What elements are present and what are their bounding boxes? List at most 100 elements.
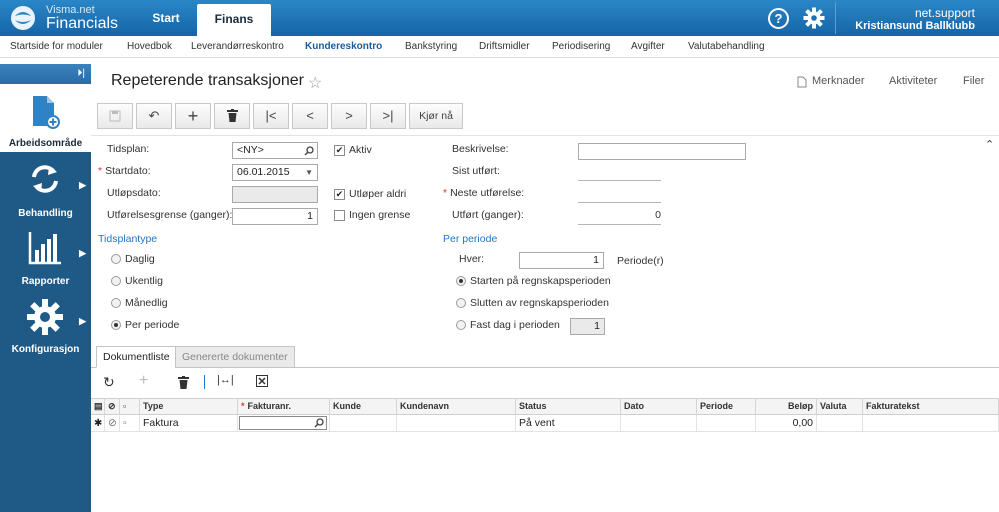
beskrivelse-input[interactable] (578, 143, 746, 160)
radio-manedlig[interactable] (111, 298, 121, 308)
aktiv-checkbox[interactable]: ✔ (334, 145, 345, 156)
delete-button[interactable] (214, 103, 250, 129)
module-leverandorreskontro[interactable]: Leverandørreskontro (191, 41, 284, 52)
cell-status[interactable]: På vent (516, 415, 621, 432)
col-kunde[interactable]: Kunde (330, 398, 397, 415)
startdato-input[interactable]: 06.01.2015 ▼ (232, 164, 318, 181)
cell-valuta[interactable] (817, 415, 863, 432)
grid-select-col[interactable]: ▤ (91, 398, 105, 415)
module-hovedbok[interactable]: Hovedbok (127, 41, 172, 52)
favorite-star-icon[interactable]: ☆ (308, 73, 322, 93)
cell-kundenavn[interactable] (397, 415, 516, 432)
document-add-icon (33, 96, 60, 129)
module-kundereskontro[interactable]: Kundereskontro (305, 41, 382, 52)
company-name[interactable]: Kristiansund Ballklubb (855, 20, 975, 32)
cell-fakturanr[interactable] (238, 415, 330, 432)
refresh-cycle-icon (32, 165, 58, 193)
dropdown-arrow-icon[interactable]: ▼ (305, 165, 313, 180)
module-periodisering[interactable]: Periodisering (552, 41, 610, 52)
utloper-aldri-checkbox[interactable]: ✔ (334, 189, 345, 200)
slutten-label: Slutten av regnskapsperioden (470, 297, 609, 309)
module-avgifter[interactable]: Avgifter (631, 41, 665, 52)
search-icon[interactable] (314, 418, 324, 428)
filer-link[interactable]: Filer (963, 75, 984, 87)
cell-kunde[interactable] (330, 415, 397, 432)
radio-starten[interactable] (456, 276, 466, 286)
col-status[interactable]: Status (516, 398, 621, 415)
module-valutabehandling[interactable]: Valutabehandling (688, 41, 765, 52)
grense-label: Utførelsesgrense (ganger): (107, 209, 233, 221)
add-row-icon[interactable]: + (139, 372, 148, 390)
ingen-grense-checkbox[interactable] (334, 210, 345, 221)
col-fakturanr[interactable]: * Fakturanr. (238, 398, 330, 415)
startdato-label-text: Startdato: (105, 165, 151, 177)
aktiviteter-link[interactable]: Aktiviteter (889, 75, 937, 87)
radio-per-periode[interactable] (111, 320, 121, 330)
sidebar-item-rapporter[interactable]: ▶ Rapporter (0, 224, 91, 292)
grense-input[interactable]: 1 (232, 208, 318, 225)
cell-belop[interactable]: 0,00 (756, 415, 817, 432)
row-note-icon[interactable]: ▫ (120, 415, 140, 432)
undo-button[interactable]: ↶ (136, 103, 172, 129)
merknader-link[interactable]: Merknader (812, 75, 865, 87)
radio-slutten[interactable] (456, 298, 466, 308)
sidebar-collapse-button[interactable]: ⏵| (0, 64, 91, 84)
search-icon[interactable] (304, 146, 314, 156)
module-driftsmidler[interactable]: Driftsmidler (479, 41, 530, 52)
run-now-button[interactable]: Kjør nå (409, 103, 463, 129)
col-belop[interactable]: Beløp (756, 398, 817, 415)
radio-daglig[interactable] (111, 254, 121, 264)
col-dato[interactable]: Dato (621, 398, 697, 415)
module-bankstyring[interactable]: Bankstyring (405, 41, 457, 52)
excel-export-icon[interactable] (256, 375, 268, 387)
utlopsdato-label: Utløpsdato: (107, 187, 161, 199)
row-attachment-icon[interactable]: ⊘ (105, 415, 120, 432)
refresh-icon[interactable]: ↻ (103, 374, 115, 391)
collapse-form-icon[interactable]: ⌃ (985, 138, 994, 151)
user-name[interactable]: net.support (915, 6, 975, 20)
beskrivelse-label: Beskrivelse: (452, 143, 509, 155)
cell-fakturatekst[interactable] (863, 415, 999, 432)
cell-type[interactable]: Faktura (140, 415, 238, 432)
sidebar-item-label: Arbeidsområde (8, 138, 83, 149)
fakturanr-input[interactable] (239, 416, 327, 430)
help-icon[interactable]: ? (768, 8, 789, 29)
next-record-button[interactable]: > (331, 103, 367, 129)
add-button[interactable]: + (175, 103, 211, 129)
header-divider (835, 2, 836, 34)
previous-record-button[interactable]: < (292, 103, 328, 129)
col-kundenavn[interactable]: Kundenavn (397, 398, 516, 415)
module-startside[interactable]: Startside for moduler (10, 41, 103, 52)
gear-icon[interactable] (803, 7, 825, 29)
last-record-button[interactable]: >| (370, 103, 406, 129)
hver-label: Hver: (459, 253, 485, 265)
col-periode[interactable]: Periode (697, 398, 756, 415)
tab-genererte-dokumenter[interactable]: Genererte dokumenter (175, 346, 295, 368)
radio-fast-dag[interactable] (456, 320, 466, 330)
note-col-icon: ▫ (120, 398, 140, 415)
tidsplan-input[interactable]: <NY> (232, 142, 318, 159)
sidebar-item-konfigurasjon[interactable]: ▶ Konfigurasjon (0, 292, 91, 362)
hver-input[interactable]: 1 (519, 252, 604, 269)
utfort-value: 0 (655, 209, 661, 221)
fast-dag-input[interactable]: 1 (570, 318, 605, 335)
utlopsdato-input[interactable] (232, 186, 318, 203)
neste-utforelse-label-text: Neste utførelse: (450, 187, 525, 199)
cell-dato[interactable] (621, 415, 697, 432)
col-valuta[interactable]: Valuta (817, 398, 863, 415)
col-type[interactable]: Type (140, 398, 238, 415)
tab-dokumentliste[interactable]: Dokumentliste (96, 346, 177, 368)
cell-periode[interactable] (697, 415, 756, 432)
sidebar-item-arbeidsomrade[interactable]: Arbeidsområde (0, 84, 91, 152)
first-record-button[interactable]: |< (253, 103, 289, 129)
col-fakturatekst[interactable]: Fakturatekst (863, 398, 999, 415)
delete-row-icon[interactable] (178, 376, 189, 389)
tab-start[interactable]: Start (136, 0, 196, 36)
tab-finans[interactable]: Finans (197, 4, 271, 36)
sidebar-item-behandling[interactable]: ▶ Behandling (0, 156, 91, 224)
fast-dag-label: Fast dag i perioden (470, 319, 560, 331)
sidebar-item-label: Rapporter (21, 276, 70, 287)
save-button[interactable] (97, 103, 133, 129)
radio-ukentlig[interactable] (111, 276, 121, 286)
fit-columns-icon[interactable]: |↔| (217, 374, 234, 386)
